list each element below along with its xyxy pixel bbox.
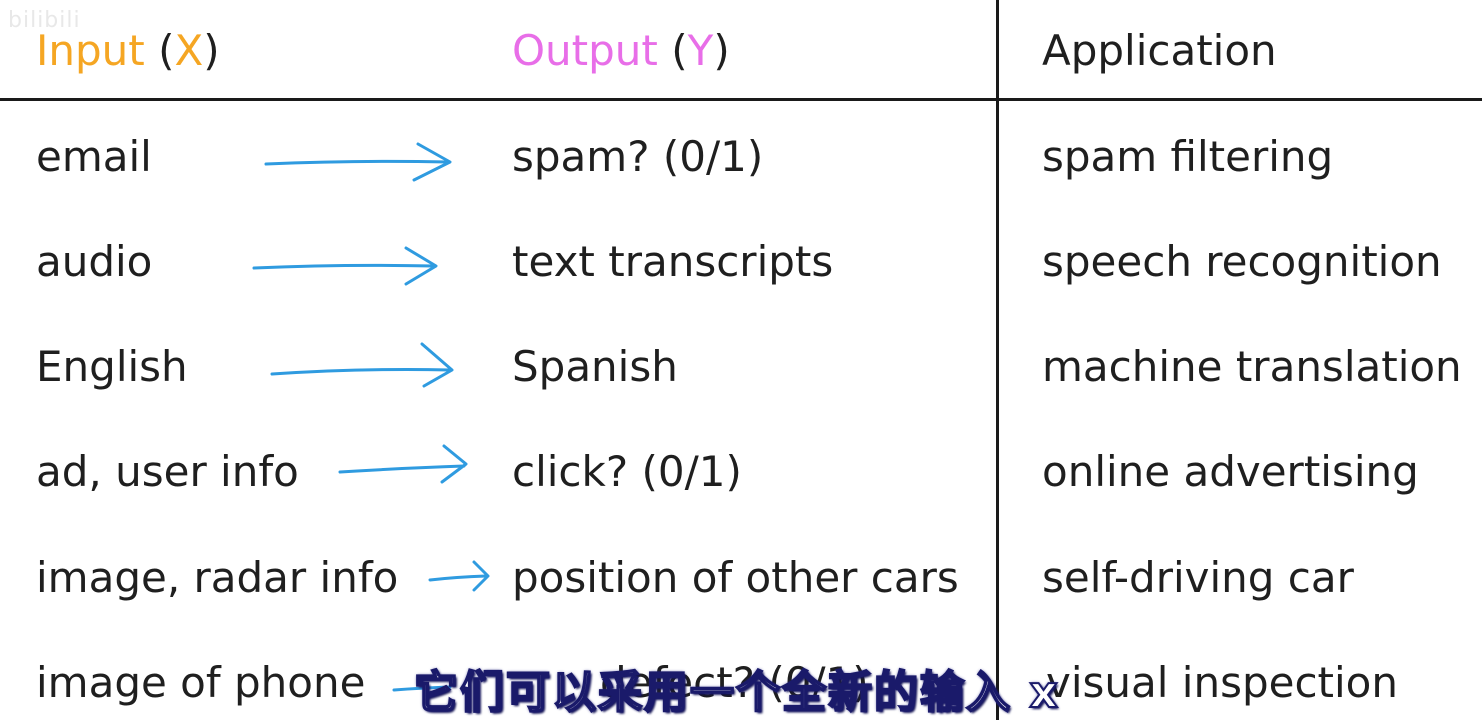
row-4-output: click? (0/1) bbox=[512, 447, 742, 496]
row-6-input: image of phone bbox=[36, 658, 366, 707]
output-header: Output (Y) bbox=[512, 30, 730, 72]
input-header-paren-close: ) bbox=[203, 26, 220, 75]
input-header-var: X bbox=[174, 26, 204, 75]
row-4-application: online advertising bbox=[1042, 447, 1419, 496]
output-header-paren-close: ) bbox=[713, 26, 730, 75]
row-5-arrow-icon bbox=[428, 560, 490, 592]
row-4-input: ad, user info bbox=[36, 447, 299, 496]
row-1-output: spam? (0/1) bbox=[512, 132, 764, 181]
row-1-input: email bbox=[36, 132, 152, 181]
row-5-output: position of other cars bbox=[512, 553, 959, 602]
row-2-application: speech recognition bbox=[1042, 237, 1442, 286]
row-5-input: image, radar info bbox=[36, 553, 399, 602]
row-1-application: spam filtering bbox=[1042, 132, 1334, 181]
row-6-application: visual inspection bbox=[1046, 658, 1398, 707]
input-header-word: Input bbox=[36, 26, 145, 75]
row-3-application: machine translation bbox=[1042, 342, 1462, 391]
output-header-word: Output bbox=[512, 26, 658, 75]
row-3-input: English bbox=[36, 342, 188, 391]
row-2-input: audio bbox=[36, 237, 153, 286]
output-header-var: Y bbox=[687, 26, 714, 75]
header-divider bbox=[0, 98, 1482, 101]
input-header-paren-open: ( bbox=[158, 26, 175, 75]
row-3-output: Spanish bbox=[512, 342, 678, 391]
row-2-output: text transcripts bbox=[512, 237, 834, 286]
video-subtitle: 它们可以采用一个全新的输入 x bbox=[413, 666, 1060, 719]
input-header: Input (X) bbox=[36, 30, 220, 72]
row-5-application: self-driving car bbox=[1042, 553, 1354, 602]
row-3-arrow-icon bbox=[270, 342, 454, 388]
output-header-paren-open: ( bbox=[671, 26, 688, 75]
row-1-arrow-icon bbox=[264, 142, 452, 182]
row-2-arrow-icon bbox=[252, 246, 438, 286]
column-divider bbox=[996, 0, 999, 720]
application-header: Application bbox=[1042, 26, 1277, 75]
